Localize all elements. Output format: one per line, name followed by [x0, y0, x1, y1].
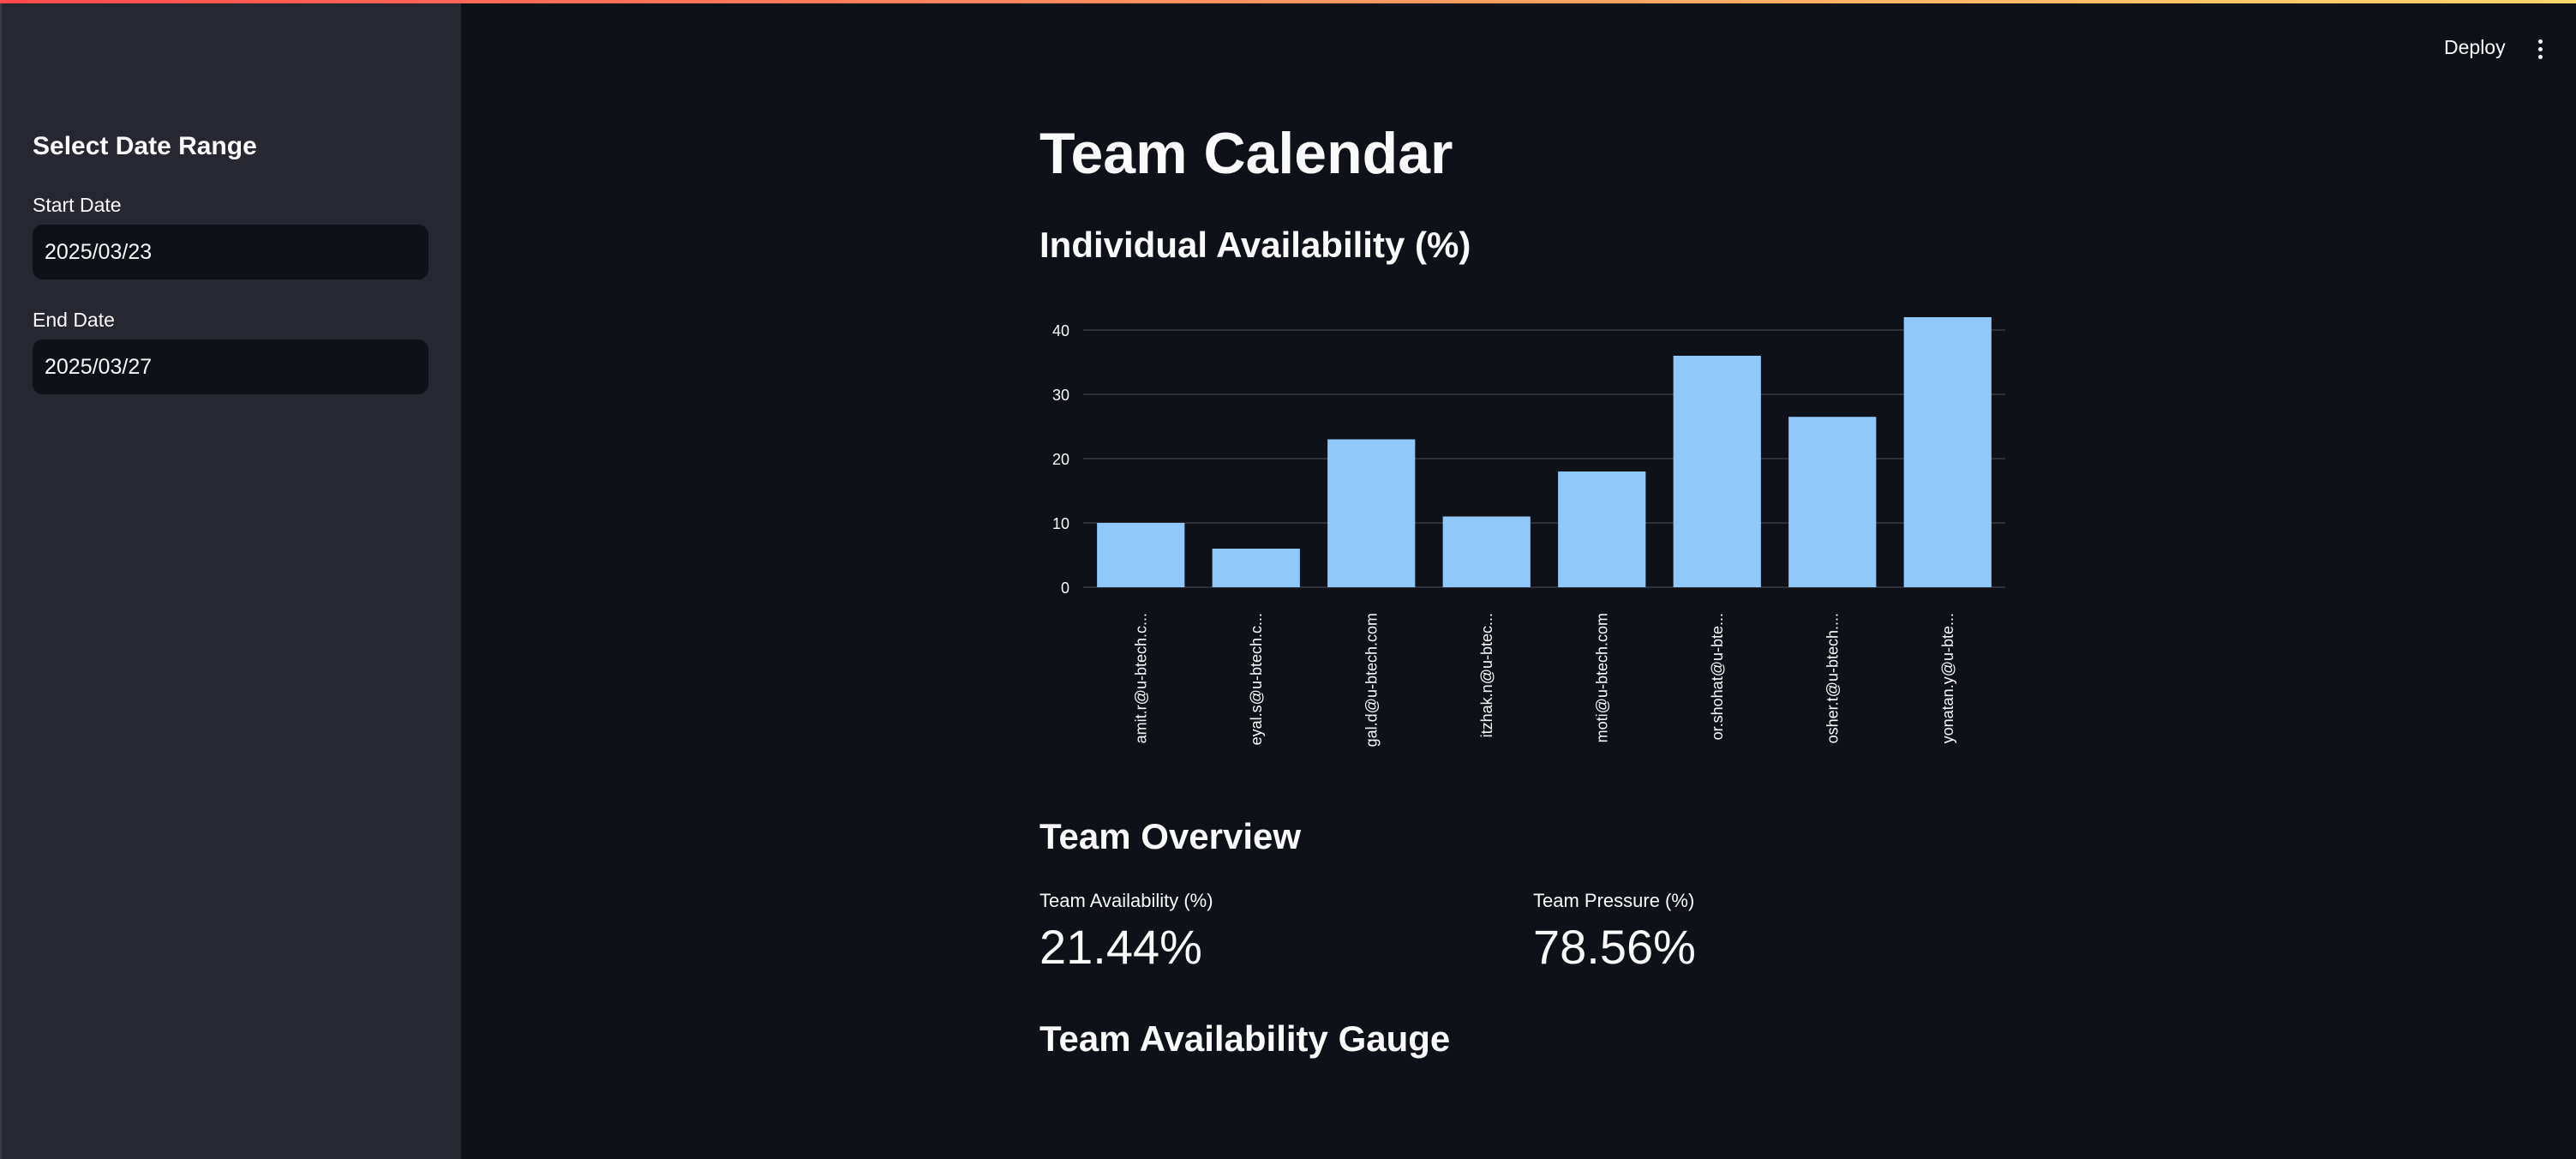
sidebar: Select Date Range Start Date 2025/03/23 …: [0, 3, 461, 1159]
availability-bar-chart: 0 10 20 30 40 amit.r@u-btech.c... eyal.s@u-bte…: [1052, 317, 2005, 747]
x-tick-label: gal.d@u-btech.com: [1363, 613, 1380, 747]
bar: [1442, 516, 1531, 587]
deploy-button[interactable]: Deploy: [2444, 36, 2506, 59]
gauge-heading: Team Availability Gauge: [1039, 1018, 1451, 1059]
x-tick-label: osher.t@u-btech....: [1824, 613, 1841, 743]
end-date-label: End Date: [33, 309, 115, 331]
start-date-label: Start Date: [33, 194, 122, 216]
y-tick-label: 20: [1052, 451, 1069, 468]
kebab-menu-icon[interactable]: [2533, 39, 2547, 62]
team-overview-heading: Team Overview: [1039, 816, 1302, 856]
team-availability-label: Team Availability (%): [1039, 890, 1213, 911]
end-date-input[interactable]: 2025/03/27: [33, 339, 428, 394]
team-pressure-label: Team Pressure (%): [1533, 890, 1695, 911]
x-tick-label: moti@u-btech.com: [1593, 613, 1610, 742]
x-tick-label: eyal.s@u-btech.c...: [1248, 613, 1265, 745]
bar: [1673, 356, 1761, 587]
bar: [1097, 523, 1185, 587]
y-tick-label: 0: [1061, 580, 1069, 597]
x-tick-label: itzhak.n@u-btec...: [1478, 613, 1495, 737]
bar: [1558, 471, 1646, 587]
bar: [1788, 417, 1877, 587]
y-tick-label: 30: [1052, 387, 1069, 404]
team-availability-value: 21.44%: [1039, 920, 1202, 974]
bar: [1903, 317, 1992, 587]
y-tick-label: 10: [1052, 515, 1069, 532]
bar: [1212, 549, 1300, 587]
x-tick-label: yonatan.y@u-bte...: [1939, 613, 1956, 743]
team-pressure-value: 78.56%: [1533, 920, 1696, 974]
start-date-input[interactable]: 2025/03/23: [33, 225, 428, 279]
x-tick-label: or.shohat@u-bte...: [1709, 613, 1726, 740]
sidebar-title: Select Date Range: [33, 132, 257, 160]
x-tick-label: amit.r@u-btech.c...: [1132, 613, 1149, 743]
bar: [1327, 439, 1416, 587]
y-tick-label: 40: [1052, 322, 1069, 339]
chart-heading: Individual Availability (%): [1039, 225, 1471, 265]
page-title: Team Calendar: [1039, 121, 1453, 186]
